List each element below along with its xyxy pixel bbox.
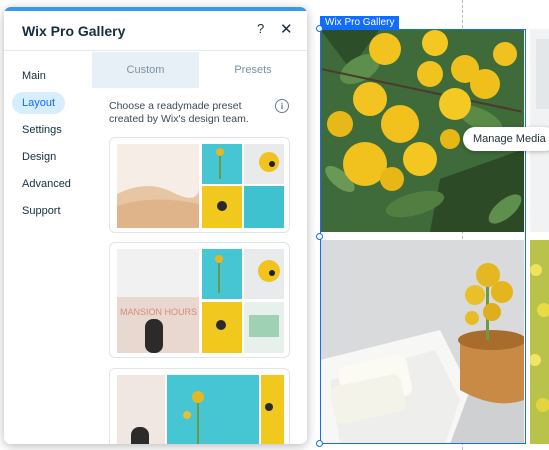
panel-title: Wix Pro Gallery [22, 23, 126, 39]
svg-text:MANSION HOURS: MANSION HOURS [120, 307, 197, 317]
resize-handle-bottom-left[interactable] [316, 440, 323, 447]
presets-list: Choose a readymade preset created by Wix… [92, 88, 307, 444]
close-icon[interactable]: ✕ [280, 20, 293, 38]
info-icon[interactable]: i [275, 99, 289, 113]
gallery-image-partial-2[interactable] [530, 240, 549, 444]
nav-item-advanced[interactable]: Advanced [12, 173, 81, 195]
panel-header[interactable]: Wix Pro Gallery ? ✕ [4, 11, 307, 51]
resize-handle-middle-left[interactable] [316, 233, 323, 240]
preset-card-2[interactable]: MANSION HOURS [109, 242, 290, 358]
presets-description: Choose a readymade preset created by Wix… [109, 100, 249, 125]
manage-media-button[interactable]: Manage Media [463, 127, 549, 151]
preset-card-3[interactable] [109, 368, 290, 444]
tab-custom[interactable]: Custom [92, 52, 199, 88]
panel-content: Custom Presets Choose a readymade preset… [92, 52, 307, 444]
preset-card-1[interactable] [109, 137, 290, 233]
nav-item-design[interactable]: Design [12, 146, 66, 168]
panel-nav: Main Layout Settings Design Advanced Sup… [4, 52, 92, 444]
help-icon[interactable]: ? [257, 21, 264, 36]
resize-handle-top-left[interactable] [316, 25, 323, 32]
nav-item-main[interactable]: Main [12, 65, 56, 87]
gallery-name-tag: Wix Pro Gallery [320, 16, 400, 29]
gallery-settings-panel: Wix Pro Gallery ? ✕ Main Layout Settings… [4, 7, 307, 444]
preset-3-thumbnail [117, 375, 284, 444]
preset-1-thumbnail [117, 144, 284, 228]
nav-item-support[interactable]: Support [12, 200, 71, 222]
preset-2-thumbnail: MANSION HOURS [117, 249, 284, 353]
nav-item-settings[interactable]: Settings [12, 119, 72, 141]
layout-tabs: Custom Presets [92, 52, 307, 88]
gallery-image-soap[interactable] [320, 240, 524, 444]
editor-stage: Wix Pro Gallery Manage Media Wix Pro Gal… [0, 0, 549, 450]
nav-item-layout[interactable]: Layout [12, 92, 66, 114]
tab-presets[interactable]: Presets [199, 52, 307, 88]
